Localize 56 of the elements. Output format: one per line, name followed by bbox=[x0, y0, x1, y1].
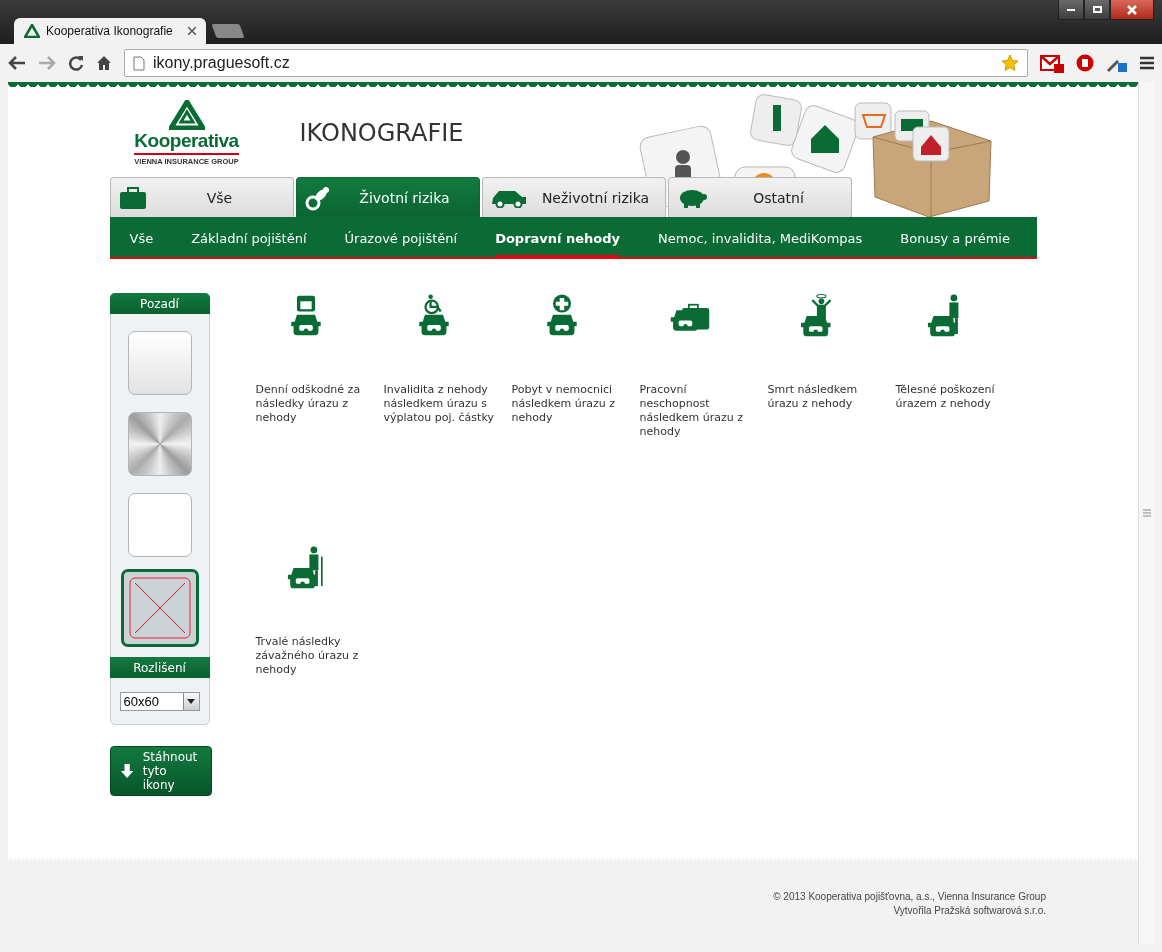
minimize-button[interactable] bbox=[1058, 0, 1084, 20]
background-swatch[interactable] bbox=[127, 412, 192, 476]
window-close-button[interactable] bbox=[1110, 0, 1154, 20]
scroll-grip-icon bbox=[1142, 509, 1151, 517]
icon-caption: Smrt následkem úrazu z nehody bbox=[767, 383, 859, 411]
icon-caption: Pracovní neschopnost následkem úrazu z nehody bbox=[639, 383, 744, 439]
maximize-button[interactable] bbox=[1084, 0, 1110, 20]
home-icon[interactable] bbox=[96, 55, 112, 71]
subcategory-link[interactable]: Úrazové pojištění bbox=[344, 217, 458, 259]
logo-icon bbox=[168, 100, 205, 130]
address-bar[interactable]: ikony.praguesoft.cz bbox=[124, 49, 1028, 77]
menu-icon[interactable] bbox=[1140, 56, 1154, 70]
category-tab[interactable]: Vše bbox=[109, 177, 294, 217]
cross-mark-icon bbox=[128, 577, 191, 639]
panel-heading: Pozadí bbox=[109, 293, 210, 314]
pacifier-icon bbox=[304, 184, 331, 211]
icon-caption: Tělesné poškození úrazem z nehody bbox=[895, 383, 996, 411]
down-arrow-icon bbox=[120, 763, 133, 779]
subcategory-link[interactable]: Základní pojištění bbox=[191, 217, 307, 259]
mail-extension-icon[interactable] bbox=[1040, 53, 1064, 73]
tab-title: Kooperativa Ikonografie bbox=[46, 24, 173, 38]
panel-heading: Rozlišení bbox=[109, 657, 210, 678]
scrollbar[interactable] bbox=[1138, 82, 1154, 944]
close-icon[interactable] bbox=[188, 27, 196, 35]
resolution-select[interactable]: 60x60 bbox=[119, 692, 200, 711]
download-button[interactable]: Stáhnout tyto ikony bbox=[109, 746, 212, 796]
category-tab[interactable]: Životní rizika bbox=[295, 177, 480, 217]
url-text: ikony.praguesoft.cz bbox=[153, 54, 290, 72]
background-swatch[interactable] bbox=[127, 493, 192, 557]
page-icon bbox=[133, 55, 145, 71]
background-swatch[interactable] bbox=[127, 331, 192, 395]
browser-tab[interactable]: Kooperativa Ikonografie bbox=[14, 18, 206, 44]
dropdown-caret-icon bbox=[182, 693, 199, 710]
icon-caption: Invalidita z nehody následkem úrazu s výplatou poj. částky bbox=[383, 383, 495, 425]
icon-caption: Pobyt v nemocnici následkem úrazu z nehody bbox=[511, 383, 616, 425]
new-tab-button[interactable] bbox=[211, 24, 245, 38]
page-title: IKONOGRAFIE bbox=[299, 119, 464, 147]
footer-text: Vytvořila Pražská softwarová s.r.o. bbox=[893, 904, 1046, 918]
back-icon[interactable] bbox=[8, 56, 26, 70]
icon-caption: Denní odškodné za následky úrazu z nehody bbox=[255, 383, 362, 425]
footer-text: © 2013 Kooperativa pojišťovna, a.s., Vienna Insurance Group bbox=[773, 890, 1046, 904]
category-tab[interactable]: Ostatní bbox=[667, 177, 852, 217]
briefcase-icon bbox=[118, 186, 147, 209]
background-swatch[interactable] bbox=[120, 569, 199, 647]
logo-icon bbox=[24, 24, 40, 38]
subcategory-link[interactable]: Nemoc, invalidita, MediKompas bbox=[658, 217, 863, 259]
subcategory-link[interactable]: Dopravní nehody bbox=[495, 217, 621, 259]
stop-sign-icon[interactable] bbox=[1076, 54, 1094, 72]
close-icon bbox=[1127, 4, 1137, 15]
icon-caption: Trvalé následky závažného úrazu z nehody bbox=[255, 634, 360, 677]
star-icon[interactable] bbox=[1001, 54, 1019, 72]
subcategory-link[interactable]: Bonusy a prémie bbox=[900, 217, 1010, 259]
reload-icon[interactable] bbox=[68, 55, 84, 71]
logo-name: Kooperativa bbox=[134, 130, 239, 155]
subcategory-link[interactable]: Vše bbox=[129, 217, 154, 259]
category-tab[interactable]: Neživotní rizika bbox=[481, 177, 666, 217]
